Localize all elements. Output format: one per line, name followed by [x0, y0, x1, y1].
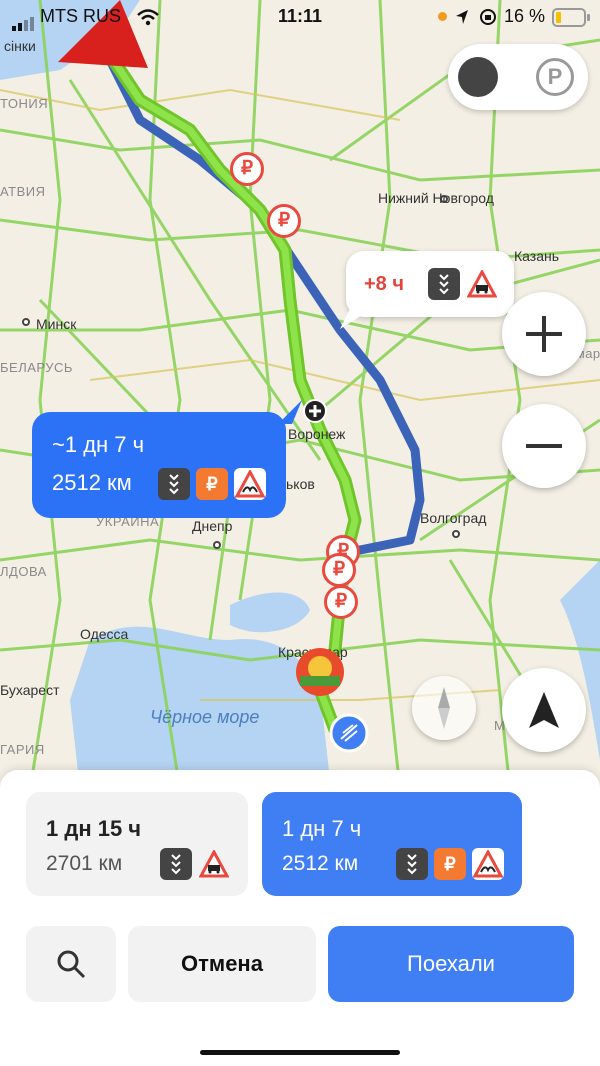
city-label: Минск	[36, 316, 77, 332]
route-option-selected[interactable]: 1 дн 7 ч 2512 км ₽	[262, 792, 522, 896]
sea-label: Чёрное море	[150, 707, 260, 727]
bumpy-road-icon	[234, 468, 266, 500]
rotation-lock-icon	[480, 9, 496, 25]
city-label: Бухарест	[0, 682, 60, 698]
zoom-out-button[interactable]	[502, 404, 586, 488]
city-label: Волгоград	[420, 510, 487, 526]
railway-crossing-icon	[198, 848, 230, 880]
compass-icon	[438, 687, 450, 729]
country-label: АТВИЯ	[0, 184, 46, 199]
railway-crossing-icon	[466, 268, 498, 300]
navigation-arrow-icon	[529, 692, 559, 728]
battery-icon	[552, 8, 590, 27]
route-panel: 1 дн 15 ч 2701 км 1 дн 7 ч 2512 км ₽ Отм…	[0, 770, 600, 1066]
destination-marker-icon[interactable]	[294, 646, 346, 698]
home-indicator[interactable]	[200, 1050, 400, 1055]
zoom-in-button[interactable]	[502, 292, 586, 376]
country-label: ЛДОВА	[0, 564, 47, 579]
paid-road-icon: ₽	[434, 848, 466, 880]
toll-road-icon	[160, 848, 192, 880]
city-label: ьков	[286, 476, 315, 492]
city-label: Днепр	[192, 518, 233, 534]
route-distance: 2512 км	[282, 852, 359, 875]
route-distance: 2701 км	[46, 852, 123, 875]
status-bar: MTS RUS 11:11 16 %	[0, 0, 600, 34]
compass-button[interactable]	[412, 676, 476, 740]
city-label: Нижний Новгород	[378, 190, 494, 206]
route-duration: 1 дн 15 ч	[46, 816, 142, 841]
waypoint-plus-icon[interactable]	[302, 398, 328, 424]
route-duration: 1 дн 7 ч	[282, 816, 362, 841]
traffic-layer-icon[interactable]	[458, 57, 498, 97]
current-location-icon	[329, 713, 369, 753]
paid-road-icon: ₽	[196, 468, 228, 500]
route-callout-alt[interactable]: +8 ч	[340, 251, 514, 329]
go-button[interactable]: Поехали	[328, 926, 574, 1002]
toll-pin-icon[interactable]: ₽	[230, 152, 264, 186]
battery-percent: 16 %	[504, 6, 546, 26]
minus-icon	[526, 444, 562, 448]
city-label: сінки	[4, 38, 36, 54]
plus-icon	[526, 316, 562, 352]
route-option-alt[interactable]: 1 дн 15 ч 2701 км	[26, 792, 248, 896]
location-indicator-icon	[438, 12, 447, 21]
cancel-button[interactable]: Отмена	[128, 926, 316, 1002]
search-icon	[57, 950, 86, 979]
callout-delta: +8 ч	[364, 273, 404, 295]
bumpy-road-icon	[472, 848, 504, 880]
toll-road-icon	[158, 468, 190, 500]
locate-button[interactable]	[502, 668, 586, 752]
route-callout-main[interactable]: ~1 дн 7 ч 2512 км ₽	[32, 400, 302, 518]
country-label: БЕЛАРУСЬ	[0, 360, 73, 375]
city-dot	[213, 541, 221, 549]
city-label: Воронеж	[288, 426, 346, 442]
country-label: ГАРИЯ	[0, 742, 45, 757]
toll-pin-icon[interactable]: ₽	[322, 553, 356, 587]
country-label: ТОНИЯ	[0, 96, 49, 111]
city-dot	[22, 318, 30, 326]
map-view[interactable]: сінки ТОНИЯ АТВИЯ Нижний Новгород Казань…	[0, 0, 600, 790]
toll-pin-icon[interactable]: ₽	[324, 585, 358, 619]
search-button[interactable]	[26, 926, 116, 1002]
toll-road-icon	[396, 848, 428, 880]
parking-layer-icon[interactable]: P	[536, 58, 574, 96]
toll-pin-icon[interactable]: ₽	[267, 204, 301, 238]
location-arrow-icon	[456, 10, 468, 24]
callout-distance: 2512 км	[52, 470, 132, 495]
city-label: Одесса	[80, 626, 129, 642]
city-label: Казань	[514, 248, 560, 264]
toll-road-icon	[428, 268, 460, 300]
city-dot	[452, 530, 460, 538]
callout-duration: ~1 дн 7 ч	[52, 432, 145, 457]
layer-toggle[interactable]: P	[448, 44, 588, 110]
